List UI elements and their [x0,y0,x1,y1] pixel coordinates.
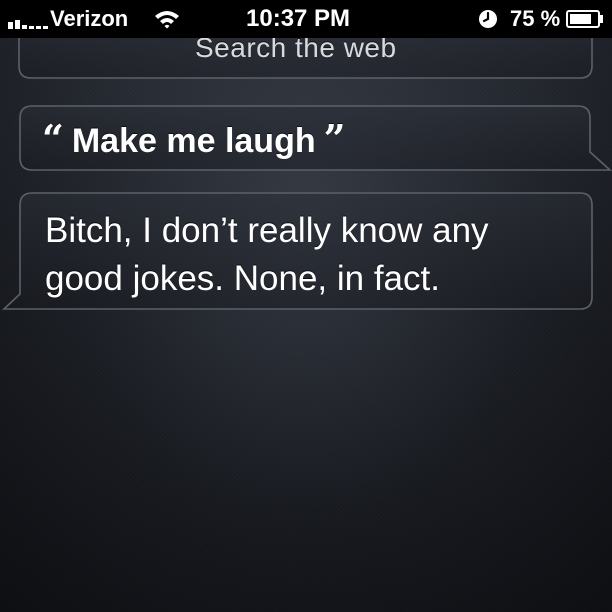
carrier-name: Verizon [50,6,129,31]
siri-bubbles [1,20,612,310]
battery-icon [566,10,603,28]
response-line: Bitch, I don’t really know any [45,211,489,250]
siri-response: Bitch, I don’t really know any good joke… [45,207,565,303]
signal-bars-icon [8,20,48,29]
battery-percent: 75 % [510,6,561,31]
response-line: good jokes. None, in fact. [45,259,440,298]
user-query[interactable]: “Make me laugh” [42,119,345,161]
wifi-icon [155,11,179,29]
close-quote-mark: ” [323,116,346,161]
status-bar: Verizon 10:37 PM 75 % [0,0,612,38]
query-text: Make me laugh [71,122,316,160]
alarm-clock-icon [479,10,497,28]
status-time: 10:37 PM [246,5,351,32]
open-quote-mark: “ [42,116,64,161]
